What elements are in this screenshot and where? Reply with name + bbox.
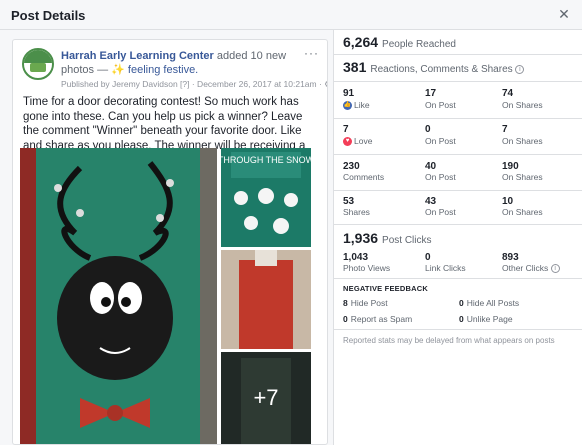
page-name-link[interactable]: Harrah Early Learning Center (61, 50, 214, 62)
likes-label: 👍 Like (343, 100, 370, 111)
love-icon: ♥ (343, 137, 352, 147)
love-on-post: 0 (425, 124, 431, 135)
link-clicks-label: Link Clicks (425, 263, 466, 273)
other-clicks-value: 893 (502, 252, 519, 263)
photo-main[interactable] (20, 148, 217, 444)
likes-on-post: 17 (425, 88, 437, 99)
people-reached: 6,264 People Reached (343, 34, 456, 50)
more-photos-count: +7 (253, 385, 279, 410)
likes-on-post-label: On Post (425, 100, 456, 110)
divider (334, 224, 582, 225)
post-clicks: 1,936 Post Clicks (343, 230, 432, 246)
divider (334, 190, 582, 191)
photo-views-label: Photo Views (343, 263, 391, 273)
likes-on-shares-label: On Shares (502, 100, 543, 110)
close-icon[interactable]: ✕ (556, 6, 572, 22)
love-on-post-label: On Post (425, 136, 456, 146)
shares-on-post-label: On Post (425, 207, 456, 217)
stats-panel: 6,264 People Reached 381 Reactions, Commen… (333, 30, 582, 445)
comments-total: 230 (343, 161, 360, 172)
post-meta: Published by Jeremy Davidson [?] · Decem… (61, 79, 328, 89)
report-spam-stat: 0 Report as Spam (343, 314, 413, 324)
photo-thumb-3[interactable]: +7 (221, 352, 311, 444)
info-icon[interactable]: i (515, 64, 525, 74)
dialog-header: Post Details ✕ (0, 0, 582, 30)
page-avatar[interactable] (22, 48, 54, 80)
reactions-summary: 381 Reactions, Comments & Shares i (343, 59, 525, 75)
comments-on-shares-label: On Shares (502, 172, 543, 182)
snow-door-image: THROUGH THE SNOW (221, 148, 311, 247)
photo-thumb-1[interactable]: THROUGH THE SNOW (221, 148, 311, 247)
love-label: ♥ Love (343, 136, 372, 147)
comments-on-post: 40 (425, 161, 437, 172)
unlike-page-stat: 0 Unlike Page (459, 314, 513, 324)
love-on-shares-label: On Shares (502, 136, 543, 146)
link-clicks-value: 0 (425, 252, 431, 263)
love-total: 7 (343, 124, 349, 135)
red-door-image (221, 250, 311, 349)
divider (334, 154, 582, 155)
post-header: Harrah Early Learning Center added 10 ne… (61, 49, 309, 77)
photo2-caption: THROUGH THE SNOW (221, 155, 311, 165)
likes-on-shares: 74 (502, 88, 514, 99)
comments-label: Comments (343, 172, 385, 182)
feeling-icon: ✨ (111, 64, 125, 76)
dialog-body: Harrah Early Learning Center added 10 ne… (0, 30, 582, 445)
post-card: Harrah Early Learning Center added 10 ne… (12, 39, 328, 445)
shares-label: Shares (343, 207, 370, 217)
reindeer-door-image (20, 148, 217, 444)
shares-total: 53 (343, 196, 355, 207)
info-icon[interactable]: i (550, 264, 560, 274)
divider (334, 329, 582, 330)
more-options-icon[interactable]: ··· (304, 46, 319, 60)
likes-total: 91 (343, 88, 355, 99)
stats-footnote: Reported stats may be delayed from what … (343, 336, 555, 345)
dialog-title: Post Details (11, 8, 86, 23)
shares-on-shares-label: On Shares (502, 207, 543, 217)
hide-post-stat: 8 Hide Post (343, 298, 388, 308)
photo-thumb-2[interactable] (221, 250, 311, 349)
shares-on-post: 43 (425, 196, 437, 207)
hide-all-stat: 0 Hide All Posts (459, 298, 520, 308)
divider (334, 54, 582, 55)
comments-on-shares: 190 (502, 161, 519, 172)
divider (334, 278, 582, 279)
other-clicks-label: Other Clicks i (502, 263, 560, 274)
like-icon: 👍 (343, 101, 352, 111)
divider (334, 81, 582, 82)
divider (334, 118, 582, 119)
feeling-text: feeling festive. (127, 64, 199, 76)
love-on-shares: 7 (502, 124, 508, 135)
shares-on-shares: 10 (502, 196, 514, 207)
comments-on-post-label: On Post (425, 172, 456, 182)
negative-feedback-title: NEGATIVE FEEDBACK (343, 284, 428, 293)
photo-views-value: 1,043 (343, 252, 369, 263)
